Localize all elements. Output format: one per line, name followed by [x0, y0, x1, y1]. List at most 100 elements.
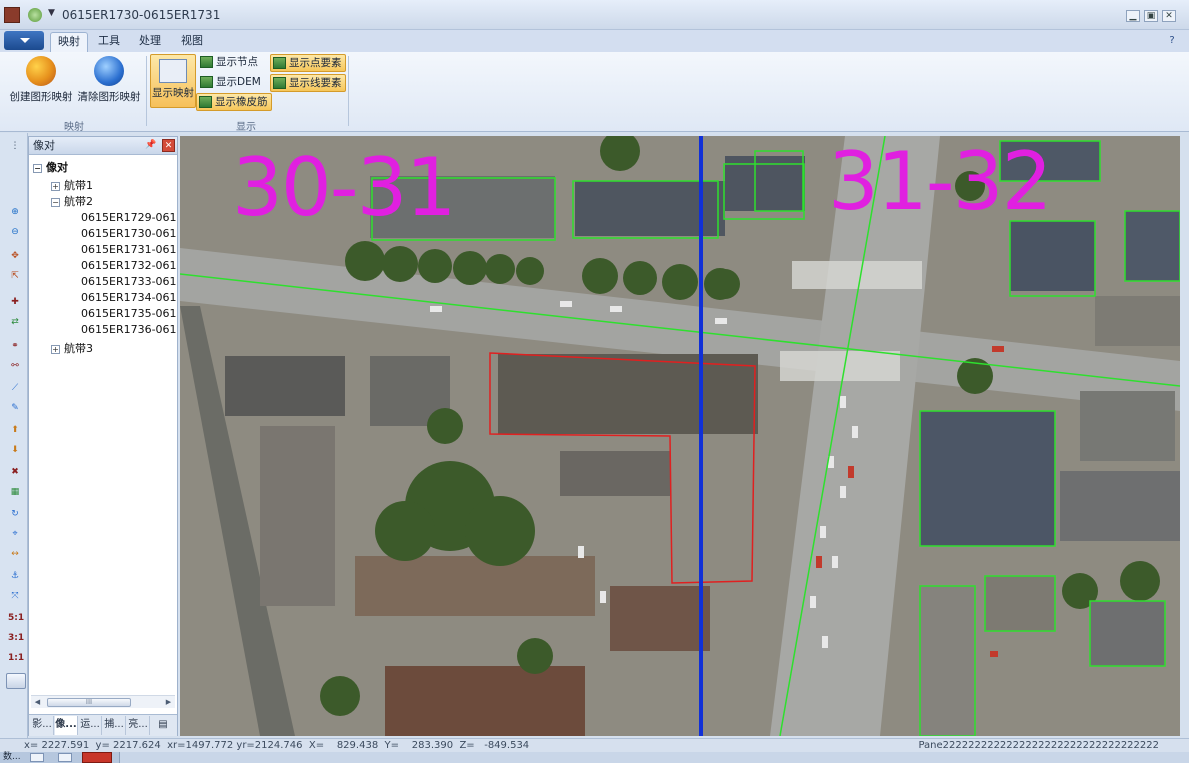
zoom-3-1-button[interactable]: 3:1 [8, 631, 24, 645]
scroll-thumb[interactable]: III [47, 698, 131, 707]
taskbar: 数... [0, 752, 1189, 763]
tree-strip-3[interactable]: + 航带3 [51, 341, 93, 357]
building [385, 666, 585, 736]
zoom-in-icon[interactable]: ⊕ [8, 205, 22, 219]
building [985, 576, 1055, 631]
tree-pair-item[interactable]: 0615ER1732-061 [81, 258, 177, 274]
edit-line-icon[interactable]: ✎ [8, 401, 22, 415]
building [1125, 211, 1180, 281]
anchor-icon[interactable]: ⚓ [8, 569, 22, 583]
zoom-1-1-button[interactable]: 1:1 [8, 651, 24, 665]
show-nodes-button[interactable]: 显示节点 [198, 54, 261, 72]
unlink-points-icon[interactable]: ⚯ [8, 359, 22, 373]
horizontal-scrollbar[interactable]: ◀ III ▶ [31, 695, 175, 708]
building [1080, 391, 1175, 461]
tab-tools[interactable]: 工具 [92, 32, 126, 52]
tree-pair-item[interactable]: 0615ER1731-061 [81, 242, 177, 258]
panel-tab-capture[interactable]: 捕... [103, 716, 126, 735]
pin-icon[interactable]: 📌 [145, 139, 157, 151]
custom-zoom-button[interactable] [6, 673, 26, 689]
left-pair-label: 30-31 [232, 141, 456, 234]
panel-tab-run[interactable]: 运... [79, 716, 102, 735]
building [610, 586, 710, 651]
tree-pair-item[interactable]: 0615ER1734-061 [81, 290, 177, 306]
tab-mapping[interactable]: 映射 [50, 32, 88, 52]
rotate-icon[interactable]: ↻ [8, 507, 22, 521]
stretch-icon[interactable]: ↔ [8, 547, 22, 561]
scroll-right-icon[interactable]: ▶ [163, 697, 174, 708]
taskbar-restore-icon[interactable] [30, 753, 44, 762]
nodes-icon [200, 56, 213, 68]
taskbar-item-label: 数... [3, 752, 21, 762]
crosshair-icon[interactable]: ⌖ [8, 527, 22, 541]
add-point-icon[interactable]: ✚ [8, 295, 22, 309]
select-region-icon[interactable]: ▦ [8, 485, 22, 499]
link-points-icon[interactable]: ⚭ [8, 339, 22, 353]
restore-button[interactable]: ▣ [1144, 10, 1158, 22]
move-point-icon[interactable]: ⇄ [8, 315, 22, 329]
pair-tree-panel: 像对 📌 ✕ − 像对 + 航带1 − 航带2 0615ER1729-061 0615… [28, 136, 178, 736]
taskbar-item[interactable]: 数... [0, 752, 120, 763]
delete-feature-icon[interactable]: ✖ [8, 465, 22, 479]
tree-strip-2[interactable]: − 航带2 [51, 194, 93, 210]
clear-mapping-label: 清除图形映射 [77, 91, 141, 103]
layer-up-icon[interactable]: ⬆ [8, 423, 22, 437]
panel-tab-strip: 影... 像... 运... 捕... 亮... ▤ [29, 714, 177, 736]
line-features-icon [273, 77, 286, 89]
layer-down-icon[interactable]: ⬇ [8, 443, 22, 457]
tree-pair-item[interactable]: 0615ER1730-061 [81, 226, 177, 242]
expand-icon[interactable]: + [51, 344, 60, 354]
pane-indicator: Pane2222222222222222222222222222222222 [918, 740, 1159, 751]
tree-strip-1[interactable]: + 航带1 [51, 178, 93, 194]
scroll-left-icon[interactable]: ◀ [32, 697, 43, 708]
clear-mapping-button[interactable]: 清除图形映射 [76, 56, 142, 104]
status-bar: x= 2227.591 y= 2217.624 xr=1497.772 yr=2… [0, 738, 1189, 752]
taskbar-maximize-icon[interactable] [58, 753, 72, 762]
strip-label: 航带1 [64, 179, 93, 192]
tab-processing[interactable]: 处理 [132, 32, 168, 52]
map-viewport[interactable]: 30-31 31-32 [180, 136, 1180, 736]
minimize-button[interactable]: ▁ [1126, 10, 1140, 22]
tab-view[interactable]: 视图 [174, 32, 210, 52]
create-mapping-button[interactable]: 创建图形映射 [8, 56, 74, 104]
zoom-5-1-button[interactable]: 5:1 [8, 611, 24, 625]
show-dem-button[interactable]: 显示DEM [198, 74, 264, 92]
panel-close-button[interactable]: ✕ [162, 139, 175, 152]
window-title: 0615ER1730-0615ER1731 [62, 8, 221, 22]
taskbar-close-icon[interactable] [82, 752, 112, 763]
panel-tab-settings-icon[interactable]: ▤ [151, 716, 175, 735]
building [498, 354, 758, 434]
tree-root[interactable]: − 像对 [33, 160, 68, 176]
expand-icon[interactable]: + [51, 181, 60, 191]
show-mapping-button[interactable]: 显示映射 [150, 54, 196, 108]
tree-pair-item[interactable]: 0615ER1733-061 [81, 274, 177, 290]
show-line-features-button[interactable]: 显示线要素 [270, 74, 346, 92]
tree-pair-item[interactable]: 0615ER1735-061 [81, 306, 177, 322]
show-point-features-button[interactable]: 显示点要素 [270, 54, 346, 72]
app-icon[interactable] [4, 7, 20, 23]
quick-access-dropdown-icon[interactable]: ▼ [48, 8, 55, 18]
fit-view-icon[interactable]: ⇱ [8, 269, 22, 283]
close-button[interactable]: ✕ [1162, 10, 1176, 22]
show-nodes-label: 显示节点 [216, 56, 258, 68]
building [920, 411, 1055, 546]
application-menu-button[interactable] [4, 31, 44, 50]
panel-tab-images[interactable]: 影... [31, 716, 54, 735]
display-group-label: 显示 [236, 122, 256, 133]
panel-tab-brightness[interactable]: 亮... [127, 716, 150, 735]
show-rubber-band-button[interactable]: 显示橡皮筋 [196, 93, 272, 111]
help-icon[interactable]: ? [1165, 34, 1179, 48]
pan-icon[interactable]: ✥ [8, 249, 22, 263]
snap-icon[interactable]: ⤧ [8, 589, 22, 603]
coordinate-readout: x= 2227.591 y= 2217.624 xr=1497.772 yr=2… [24, 740, 530, 751]
collapse-icon[interactable]: − [33, 163, 42, 173]
dem-icon [200, 76, 213, 88]
download-arrow-icon [94, 56, 124, 86]
quick-access-globe-icon[interactable] [28, 8, 42, 22]
collapse-icon[interactable]: − [51, 197, 60, 207]
tree-pair-item[interactable]: 0615ER1736-061 [81, 322, 177, 338]
tree-pair-item[interactable]: 0615ER1729-061 [81, 210, 177, 226]
measure-icon[interactable]: ⟋ [8, 381, 22, 395]
panel-tab-pairs[interactable]: 像... [55, 716, 78, 735]
zoom-out-icon[interactable]: ⊖ [8, 225, 22, 239]
